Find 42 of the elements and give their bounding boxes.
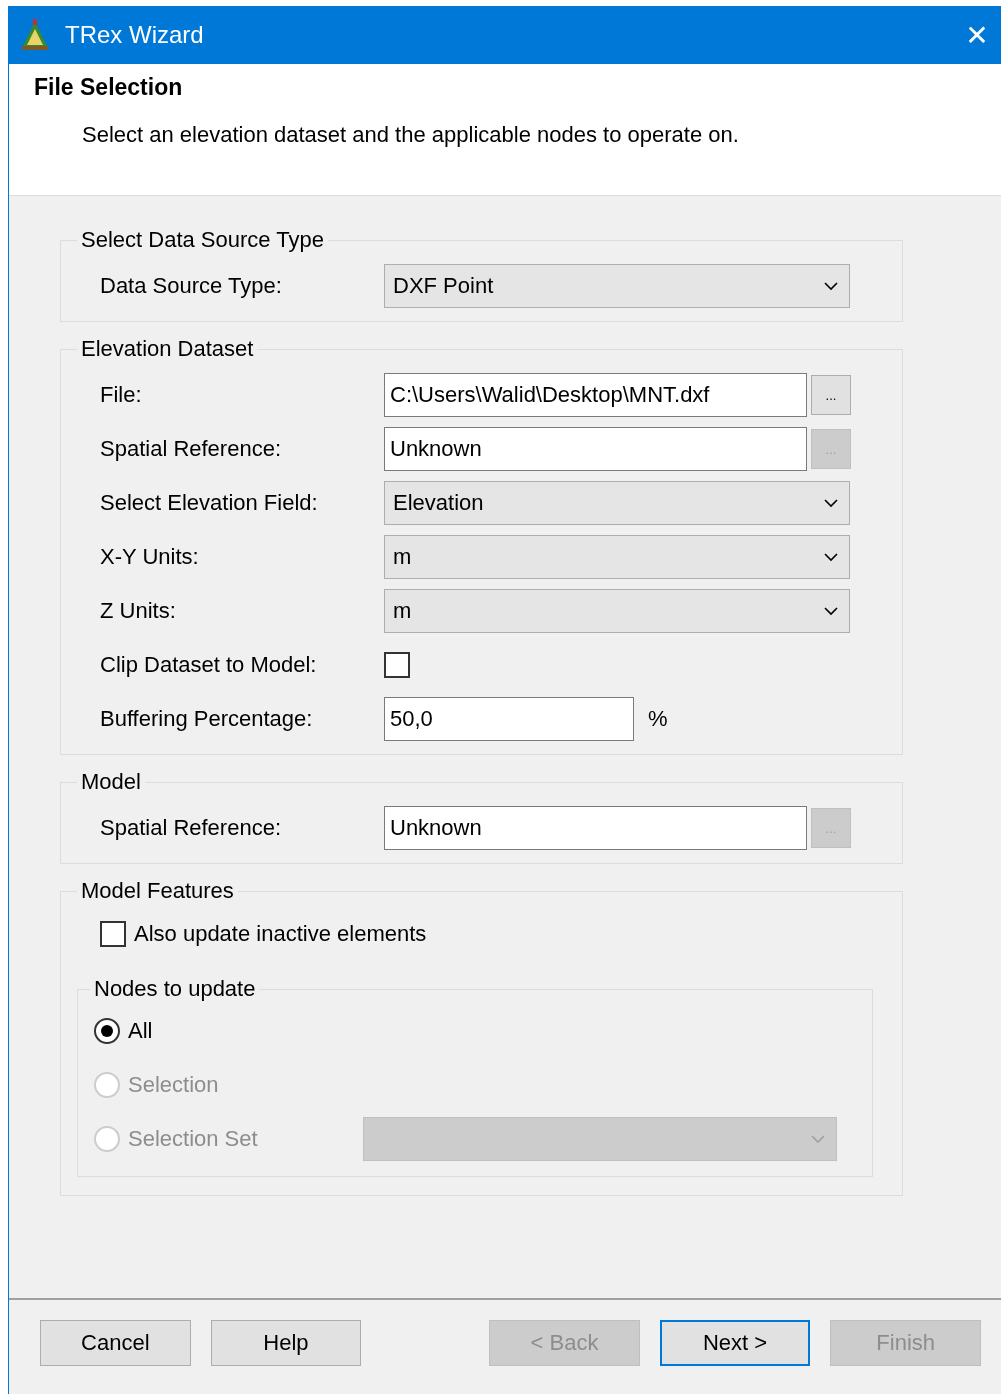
- window-title: TRex Wizard: [65, 21, 205, 49]
- browse-button[interactable]: ...: [811, 375, 851, 415]
- caret-icon: [823, 279, 841, 293]
- field-label: File:: [100, 382, 143, 408]
- caret-icon: [823, 550, 841, 564]
- field-label: Z Units:: [100, 598, 177, 624]
- field-label: Data Source Type:: [100, 273, 283, 299]
- field-label: Spatial Reference:: [100, 436, 282, 462]
- group-title: Nodes to update: [93, 976, 257, 1002]
- caret-icon: [810, 1132, 828, 1146]
- field-label: Select Elevation Field:: [100, 490, 319, 516]
- wizard-button[interactable]: Help: [210, 1320, 362, 1366]
- checkbox[interactable]: [100, 921, 126, 947]
- input-field[interactable]: Unknown: [384, 806, 807, 850]
- dropdown[interactable]: DXF Point: [384, 264, 850, 308]
- page-description: Select an elevation dataset and the applicable nodes to operate on.: [82, 122, 740, 148]
- caret-icon: [823, 604, 841, 618]
- field-label: X-Y Units:: [100, 544, 200, 570]
- group-title: Select Data Source Type: [80, 227, 325, 253]
- wizard-button[interactable]: Next >: [659, 1320, 811, 1366]
- radio-label[interactable]: All: [128, 1018, 363, 1044]
- field-label: Clip Dataset to Model:: [100, 652, 318, 678]
- field-label: Spatial Reference:: [100, 815, 282, 841]
- input-field[interactable]: 50,0: [384, 697, 634, 741]
- wizard-button[interactable]: Cancel: [40, 1320, 191, 1366]
- unit-label: %: [648, 706, 668, 732]
- checkbox-label[interactable]: Also update inactive elements: [134, 921, 427, 947]
- checkbox[interactable]: [384, 652, 410, 678]
- group-title: Elevation Dataset: [80, 336, 255, 362]
- radio-button[interactable]: [94, 1018, 120, 1044]
- dropdown[interactable]: Elevation: [384, 481, 850, 525]
- dropdown[interactable]: m: [384, 589, 850, 633]
- group-title: Model: [80, 769, 142, 795]
- close-button[interactable]: ✕: [953, 6, 1001, 64]
- page-title: File Selection: [34, 74, 184, 101]
- group-title: Model Features: [80, 878, 235, 904]
- input-field[interactable]: C:\Users\Walid\Desktop\MNT.dxf: [384, 373, 807, 417]
- field-label: Buffering Percentage:: [100, 706, 314, 732]
- caret-icon: [823, 496, 841, 510]
- dropdown[interactable]: m: [384, 535, 850, 579]
- app-icon: [19, 19, 51, 51]
- input-field[interactable]: Unknown: [384, 427, 807, 471]
